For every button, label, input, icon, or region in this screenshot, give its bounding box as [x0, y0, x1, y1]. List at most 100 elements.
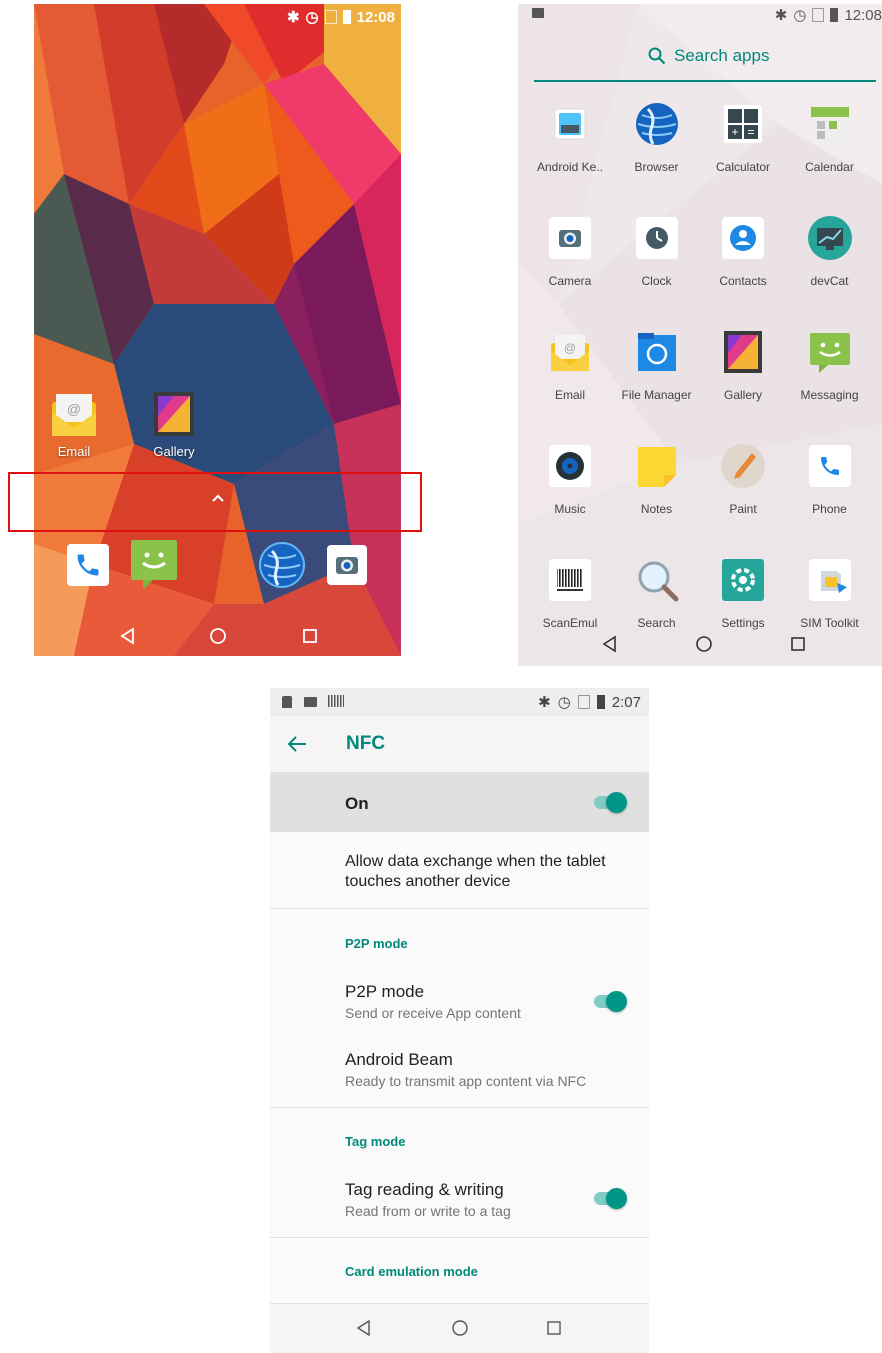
barcode-notification-icon — [328, 695, 344, 707]
dock-camera[interactable] — [327, 545, 367, 585]
app-settings[interactable]: Settings — [699, 557, 787, 630]
setting-row-p2p-mode[interactable]: P2P mode Send or receive App content — [270, 974, 649, 1028]
dock-phone[interactable] — [67, 544, 109, 586]
app-devcat[interactable]: devCat — [786, 215, 874, 288]
app-contacts[interactable]: Contacts — [699, 215, 787, 288]
tag-reading-toggle[interactable] — [592, 1186, 628, 1210]
home-icon[interactable] — [694, 634, 714, 654]
app-clock[interactable]: Clock — [613, 215, 701, 288]
status-bar: ✱ ◷ 12:08 — [774, 6, 882, 25]
app-file-manager[interactable]: File Manager — [613, 329, 701, 402]
calendar-icon — [810, 107, 849, 143]
keyboard-icon — [554, 108, 586, 140]
app-label: Clock — [641, 274, 672, 288]
gallery-icon — [724, 331, 762, 373]
app-messaging[interactable]: Messaging — [786, 329, 874, 402]
recents-icon[interactable] — [300, 626, 320, 646]
back-arrow-icon[interactable] — [286, 734, 308, 754]
p2p-mode-toggle[interactable] — [592, 989, 628, 1013]
back-icon[interactable] — [600, 634, 620, 654]
recents-icon[interactable] — [788, 634, 808, 654]
bluetooth-icon: ✱ — [774, 7, 788, 24]
messaging-icon — [809, 333, 850, 373]
master-switch-row[interactable]: On — [270, 774, 649, 832]
status-bar: ✱ ◷ 2:07 — [270, 688, 649, 716]
app-email[interactable]: @ Email — [526, 329, 614, 402]
battery-icon — [596, 695, 605, 709]
clock-icon — [635, 217, 678, 259]
page-title: NFC — [346, 733, 386, 754]
status-time: 12:08 — [844, 6, 882, 24]
app-camera[interactable]: Camera — [526, 215, 614, 288]
home-icon[interactable] — [450, 1318, 470, 1338]
app-label: ScanEmul — [542, 616, 598, 630]
app-calculator[interactable]: + = Calculator — [699, 101, 787, 174]
section-header-card-emulation: Card emulation mode — [345, 1264, 478, 1279]
music-icon — [549, 445, 591, 487]
setting-title: Tag reading & writing — [345, 1180, 504, 1199]
divider — [270, 1237, 649, 1238]
master-switch-toggle[interactable] — [592, 790, 628, 814]
image-notification-icon — [304, 697, 317, 707]
back-icon[interactable] — [354, 1318, 374, 1338]
alarm-icon: ◷ — [557, 694, 571, 711]
app-browser[interactable]: Browser — [613, 101, 701, 174]
dock-browser[interactable] — [258, 541, 306, 594]
app-label: devCat — [810, 274, 849, 288]
search-apps-bar[interactable]: Search apps — [648, 46, 769, 66]
dock-messaging[interactable] — [129, 538, 179, 597]
app-label: Contacts — [719, 274, 767, 288]
back-icon[interactable] — [118, 626, 138, 646]
app-label: SIM Toolkit — [800, 616, 859, 630]
app-label: Music — [554, 502, 586, 516]
app-label: Phone — [812, 502, 847, 516]
setting-row-android-beam[interactable]: Android Beam Ready to transmit app conte… — [270, 1042, 649, 1096]
chevron-up-icon[interactable] — [210, 492, 226, 504]
search-icon — [638, 561, 678, 602]
status-bar: ✱ ◷ 12:08 — [287, 8, 395, 27]
app-label: Browser — [634, 160, 679, 174]
desktop-shortcut-email[interactable]: @ Email — [44, 390, 104, 459]
setting-summary: Read from or write to a tag — [345, 1203, 511, 1219]
contacts-icon — [722, 217, 764, 259]
app-keyboard[interactable]: Android Ke.. — [526, 101, 614, 174]
app-music[interactable]: Music — [526, 443, 614, 516]
nfc-description: Allow data exchange when the tablet touc… — [345, 853, 606, 890]
desktop-shortcut-label: Gallery — [153, 444, 195, 459]
app-barcode[interactable]: ScanEmul — [526, 557, 614, 630]
app-label: Email — [554, 388, 585, 402]
app-label: File Manager — [621, 388, 692, 402]
nfc-settings-screen: ✱ ◷ 2:07 NFC On Allow data exchange when… — [270, 688, 649, 1353]
navigation-bar — [270, 1304, 649, 1353]
app-label: Android Ke.. — [536, 160, 604, 174]
app-gallery[interactable]: Gallery — [699, 329, 787, 402]
app-calendar[interactable]: Calendar — [786, 101, 874, 174]
desktop-shortcut-gallery[interactable]: Gallery — [144, 390, 204, 459]
phone-icon — [77, 554, 99, 576]
search-icon — [648, 47, 666, 65]
settings-icon — [722, 559, 764, 601]
svg-text:+: + — [731, 125, 738, 139]
app-drawer: ✱ ◷ 12:08 Search apps Android Ke.. Browse… — [518, 4, 882, 666]
setting-row-tag-reading[interactable]: Tag reading & writing Read from or write… — [270, 1172, 649, 1226]
home-icon[interactable] — [208, 626, 228, 646]
battery-icon — [830, 8, 839, 22]
browser-icon — [635, 103, 678, 145]
setting-title: P2P mode — [345, 982, 425, 1001]
app-search[interactable]: Search — [613, 557, 701, 630]
setting-title: Android Beam — [345, 1050, 453, 1069]
camera-icon — [336, 557, 358, 574]
app-phone[interactable]: Phone — [786, 443, 874, 516]
app-notes[interactable]: Notes — [613, 443, 701, 516]
section-header-p2p: P2P mode — [345, 936, 408, 951]
status-time: 12:08 — [356, 8, 395, 26]
recents-icon[interactable] — [544, 1318, 564, 1338]
gallery-icon — [154, 392, 194, 436]
navigation-bar — [34, 616, 401, 656]
app-sim-toolkit[interactable]: SIM Toolkit — [786, 557, 874, 630]
app-paint[interactable]: Paint — [699, 443, 787, 516]
svg-text:@: @ — [67, 401, 81, 417]
app-label: Camera — [548, 274, 592, 288]
sim-toolkit-icon — [808, 559, 851, 601]
no-sim-icon — [324, 10, 337, 24]
